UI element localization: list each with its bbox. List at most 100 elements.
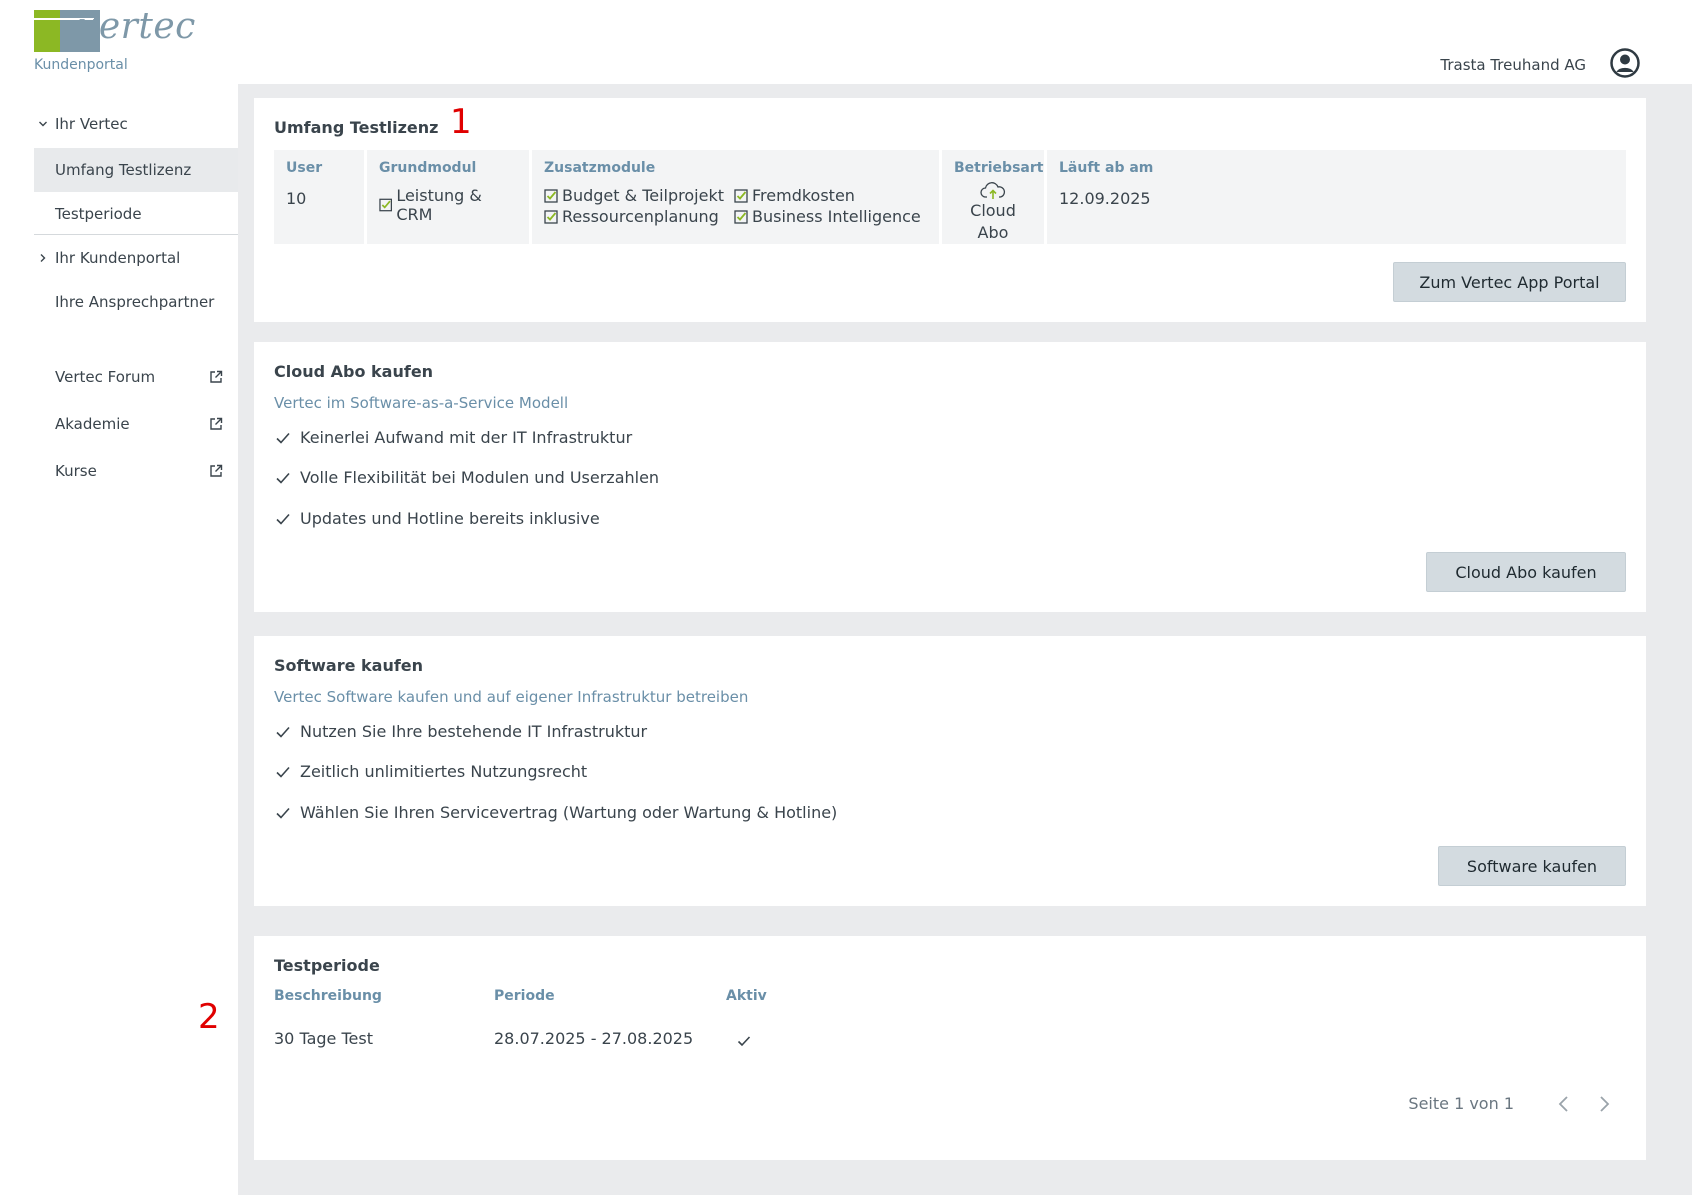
vertec-logo[interactable]: vertec xyxy=(34,6,195,54)
cloud-point-text: Keinerlei Aufwand mit der IT Infrastrukt… xyxy=(300,428,633,447)
external-link-icon xyxy=(210,417,223,430)
software-point: Zeitlich unlimitiertes Nutzungsrecht xyxy=(274,762,587,781)
app-portal-button[interactable]: Zum Vertec App Portal xyxy=(1393,262,1626,302)
cloud-title: Cloud Abo kaufen xyxy=(274,362,434,381)
main-content: Umfang Testlizenz 1 User 10 Grundmodul L… xyxy=(238,84,1692,1195)
sidebar-item-label: Testperiode xyxy=(55,205,142,223)
software-point-text: Nutzen Sie Ihre bestehende IT Infrastruk… xyxy=(300,722,648,741)
license-col-user: User 10 xyxy=(274,150,367,244)
sidebar-item-umfang-testlizenz[interactable]: Umfang Testlizenz xyxy=(34,148,238,192)
column-header-aktiv: Aktiv xyxy=(726,988,767,1004)
sidebar-item-label: Kurse xyxy=(55,462,97,480)
module-item: Ressourcenplanung xyxy=(544,207,734,226)
cloud-card: Cloud Abo kaufen Vertec im Software-as-a… xyxy=(254,342,1646,612)
license-col-grundmodul: Grundmodul Leistung & CRM xyxy=(367,150,532,244)
license-ablauf-value: 12.09.2025 xyxy=(1059,189,1151,208)
cloud-point: Updates und Hotline bereits inklusive xyxy=(274,509,600,528)
external-link-icon xyxy=(210,464,223,477)
software-kaufen-button[interactable]: Software kaufen xyxy=(1438,846,1626,886)
header: vertec Kundenportal Trasta Treuhand AG xyxy=(0,0,1692,84)
license-betriebsart-label: Betriebsart xyxy=(954,160,1044,176)
checkmark-icon xyxy=(276,726,290,738)
software-subtitle: Vertec Software kaufen und auf eigener I… xyxy=(274,688,749,706)
sidebar-item-kurse[interactable]: Kurse xyxy=(34,449,238,493)
chevron-right-icon[interactable] xyxy=(1594,1094,1614,1114)
checkmark-icon xyxy=(276,432,290,444)
software-point: Nutzen Sie Ihre bestehende IT Infrastruk… xyxy=(274,722,647,741)
module-label: Ressourcenplanung xyxy=(562,207,719,226)
sidebar-item-label: Ihr Kundenportal xyxy=(55,249,181,267)
checkmark-icon xyxy=(276,766,290,778)
annotation-marker-1: 1 xyxy=(450,102,472,142)
checkbox-checked-icon xyxy=(544,209,558,224)
license-table: User 10 Grundmodul Leistung & CRM Zusatz… xyxy=(274,150,1626,244)
checkbox-checked-icon xyxy=(544,188,558,203)
license-ablauf-label: Läuft ab am xyxy=(1059,160,1154,176)
sidebar-item-ihr-kundenportal[interactable]: Ihr Kundenportal xyxy=(34,236,238,280)
column-header-beschreibung: Beschreibung xyxy=(274,988,382,1004)
chevron-left-icon[interactable] xyxy=(1554,1094,1574,1114)
license-user-value: 10 xyxy=(286,189,307,208)
sidebar-item-vertec-forum[interactable]: Vertec Forum xyxy=(34,355,238,399)
user-circle-icon[interactable] xyxy=(1610,48,1640,78)
logo-subtitle: Kundenportal xyxy=(34,57,128,73)
checkbox-checked-icon xyxy=(734,188,748,203)
sidebar-item-akademie[interactable]: Akademie xyxy=(34,402,238,446)
module-label: Leistung & CRM xyxy=(396,186,482,224)
sidebar-item-ihr-vertec[interactable]: Ihr Vertec xyxy=(34,102,238,146)
module-label: Fremdkosten xyxy=(752,186,855,205)
company-name: Trasta Treuhand AG xyxy=(1440,56,1586,74)
cloud-point-text: Updates und Hotline bereits inklusive xyxy=(300,509,600,528)
license-grundmodul-label: Grundmodul xyxy=(379,160,477,176)
module-item: Business Intelligence xyxy=(734,207,924,226)
external-link-icon xyxy=(210,370,223,383)
cloud-point: Volle Flexibilität bei Modulen und Userz… xyxy=(274,468,659,487)
checkbox-checked-icon xyxy=(734,209,748,224)
license-title: Umfang Testlizenz xyxy=(274,118,439,137)
chevron-down-icon xyxy=(39,121,47,127)
checkmark-icon xyxy=(276,807,290,819)
cloud-upload-icon xyxy=(980,182,1006,199)
sidebar-item-testperiode[interactable]: Testperiode xyxy=(34,192,238,236)
checkbox-checked-icon xyxy=(379,198,392,212)
sidebar-item-label: Umfang Testlizenz xyxy=(55,161,192,179)
module-item: Leistung & CRM xyxy=(379,186,517,224)
license-card: Umfang Testlizenz 1 User 10 Grundmodul L… xyxy=(254,98,1646,322)
checkmark-icon xyxy=(276,513,290,525)
license-betriebsart-value: Cloud Abo xyxy=(970,201,1016,242)
cell-periode: 28.07.2025 - 27.08.2025 xyxy=(494,1029,694,1048)
zusatz-module-grid: Budget & Teilprojekt Fremdkosten Ressour… xyxy=(544,186,927,226)
sidebar-item-label: Akademie xyxy=(55,415,130,433)
module-label: Budget & Teilprojekt xyxy=(562,186,724,205)
software-point: Wählen Sie Ihren Servicevertrag (Wartung… xyxy=(274,803,837,822)
testperiode-card: Testperiode Beschreibung Periode Aktiv 3… xyxy=(254,936,1646,1160)
testperiode-title: Testperiode xyxy=(274,956,380,975)
license-col-betriebsart: Betriebsart Cloud Abo xyxy=(942,150,1047,244)
software-title: Software kaufen xyxy=(274,656,424,675)
sidebar-item-ihre-ansprechpartner[interactable]: Ihre Ansprechpartner xyxy=(34,280,238,324)
sidebar-item-label: Ihr Vertec xyxy=(55,115,128,133)
module-item: Budget & Teilprojekt xyxy=(544,186,734,205)
software-card: Software kaufen Vertec Software kaufen u… xyxy=(254,636,1646,906)
cell-beschreibung: 30 Tage Test xyxy=(274,1029,373,1048)
annotation-marker-2: 2 xyxy=(198,997,220,1037)
license-zusatz-label: Zusatzmodule xyxy=(544,160,656,176)
logo-green-block xyxy=(34,10,62,52)
module-item: Fremdkosten xyxy=(734,186,924,205)
checkmark-icon xyxy=(276,472,290,484)
sidebar-divider xyxy=(34,234,238,235)
cloud-abo-kaufen-button[interactable]: Cloud Abo kaufen xyxy=(1426,552,1626,592)
pager-label: Seite 1 von 1 xyxy=(1408,1094,1514,1113)
sidebar-item-label: Ihre Ansprechpartner xyxy=(55,293,215,311)
cloud-point-text: Volle Flexibilität bei Modulen und Userz… xyxy=(300,468,660,487)
sidebar-item-label: Vertec Forum xyxy=(55,368,156,386)
software-point-text: Zeitlich unlimitiertes Nutzungsrecht xyxy=(300,762,588,781)
license-col-zusatzmodule: Zusatzmodule Budget & Teilprojekt Fremdk… xyxy=(532,150,942,244)
license-user-label: User xyxy=(286,160,323,176)
cloud-subtitle: Vertec im Software-as-a-Service Modell xyxy=(274,394,569,412)
cloud-point: Keinerlei Aufwand mit der IT Infrastrukt… xyxy=(274,428,632,447)
column-header-periode: Periode xyxy=(494,988,555,1004)
module-label: Business Intelligence xyxy=(752,207,921,226)
active-checkmark-icon xyxy=(737,1036,751,1047)
software-point-text: Wählen Sie Ihren Servicevertrag (Wartung… xyxy=(300,803,838,822)
